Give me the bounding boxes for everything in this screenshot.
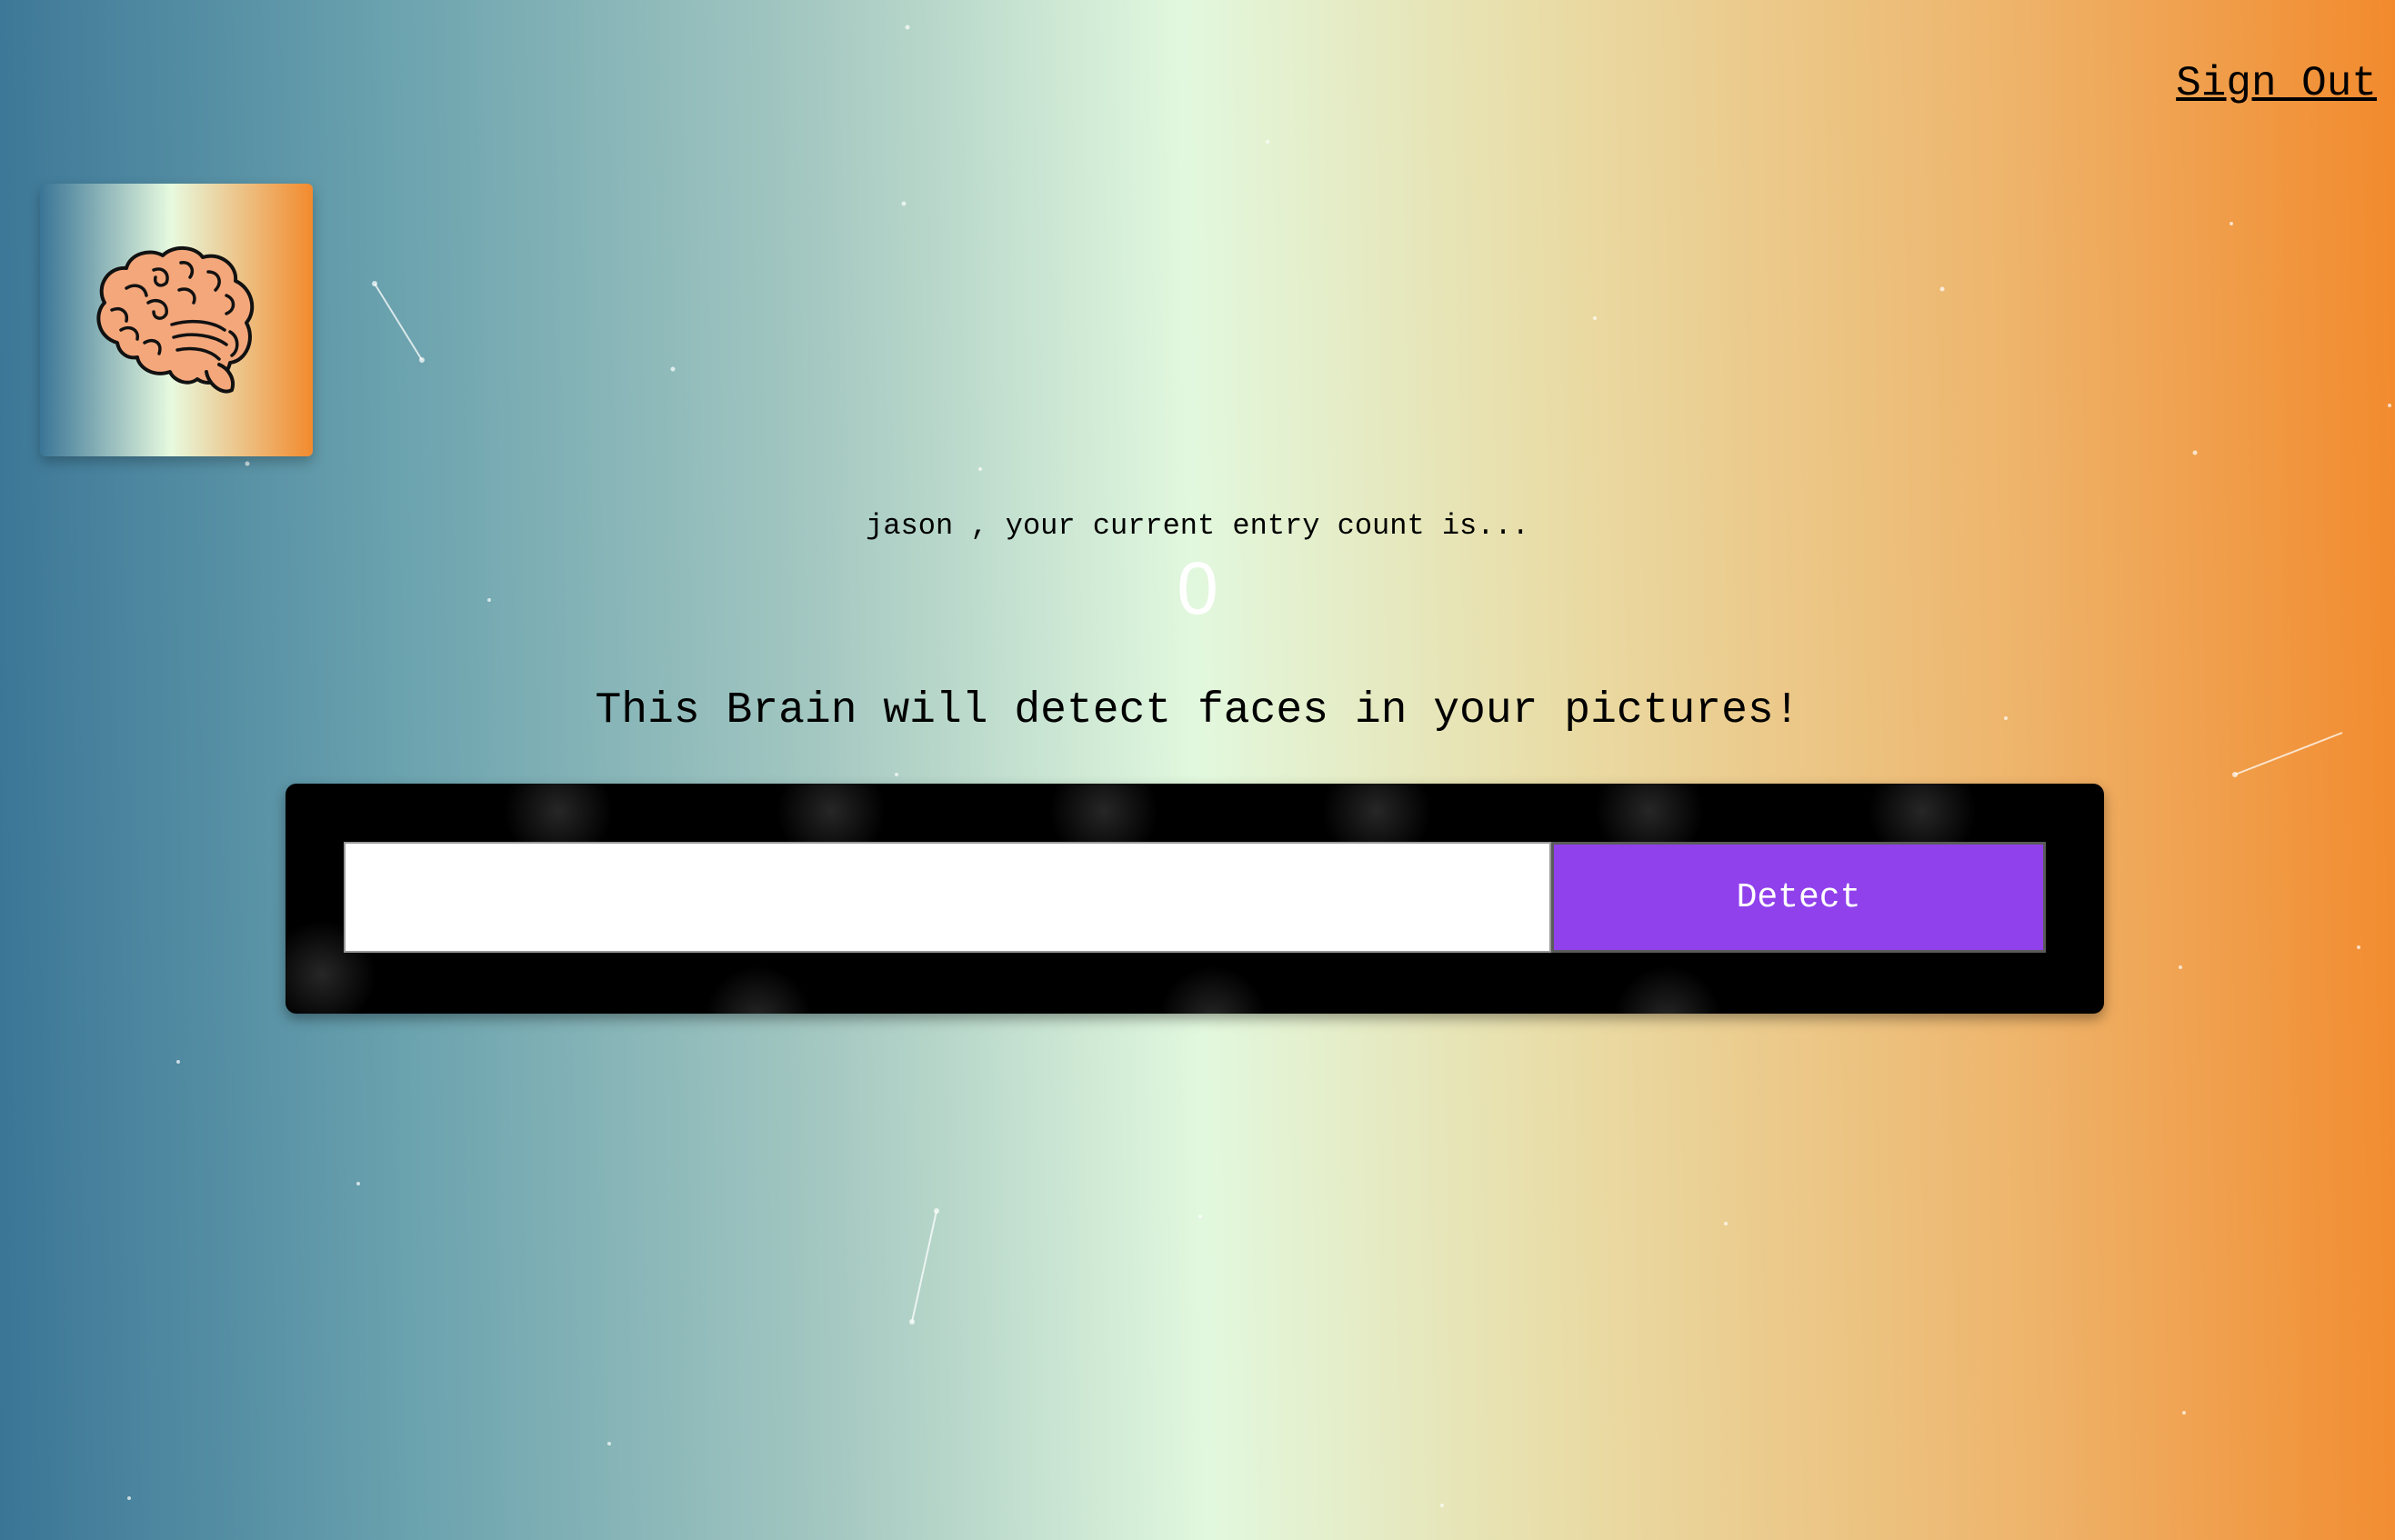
entry-count-message: jason , your current entry count is... — [866, 509, 1529, 543]
image-url-input[interactable] — [344, 842, 1551, 953]
brain-icon — [96, 246, 255, 394]
sign-out-link[interactable]: Sign Out — [2176, 60, 2377, 107]
entry-count-value: 0 — [1177, 547, 1218, 630]
logo-card — [40, 184, 313, 456]
page-headline: This Brain will detect faces in your pic… — [595, 686, 1800, 735]
entry-count-section: jason , your current entry count is... 0 — [0, 509, 2395, 626]
particles-background — [127, 25, 2391, 1507]
detect-button[interactable]: Detect — [1551, 842, 2046, 953]
image-link-form: Detect — [286, 784, 2104, 1014]
